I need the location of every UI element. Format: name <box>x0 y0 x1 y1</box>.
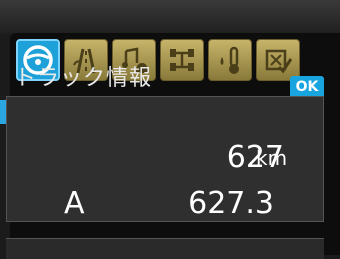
odometer-unit: km <box>256 146 288 170</box>
next-panel <box>6 238 324 259</box>
vehicle-axle-icon <box>170 49 194 71</box>
settings-check-icon <box>265 49 293 74</box>
tab-axle[interactable] <box>160 39 204 81</box>
page-title: トラック情報 <box>14 66 153 91</box>
ok-button[interactable]: OK <box>290 76 324 98</box>
trip-label: A <box>64 186 85 221</box>
display-bezel <box>0 0 340 34</box>
tab-temperature[interactable] <box>208 39 252 81</box>
temperature-icon <box>220 46 239 74</box>
trip-value: 627.3 <box>188 186 274 221</box>
tab-settings[interactable] <box>256 39 300 81</box>
